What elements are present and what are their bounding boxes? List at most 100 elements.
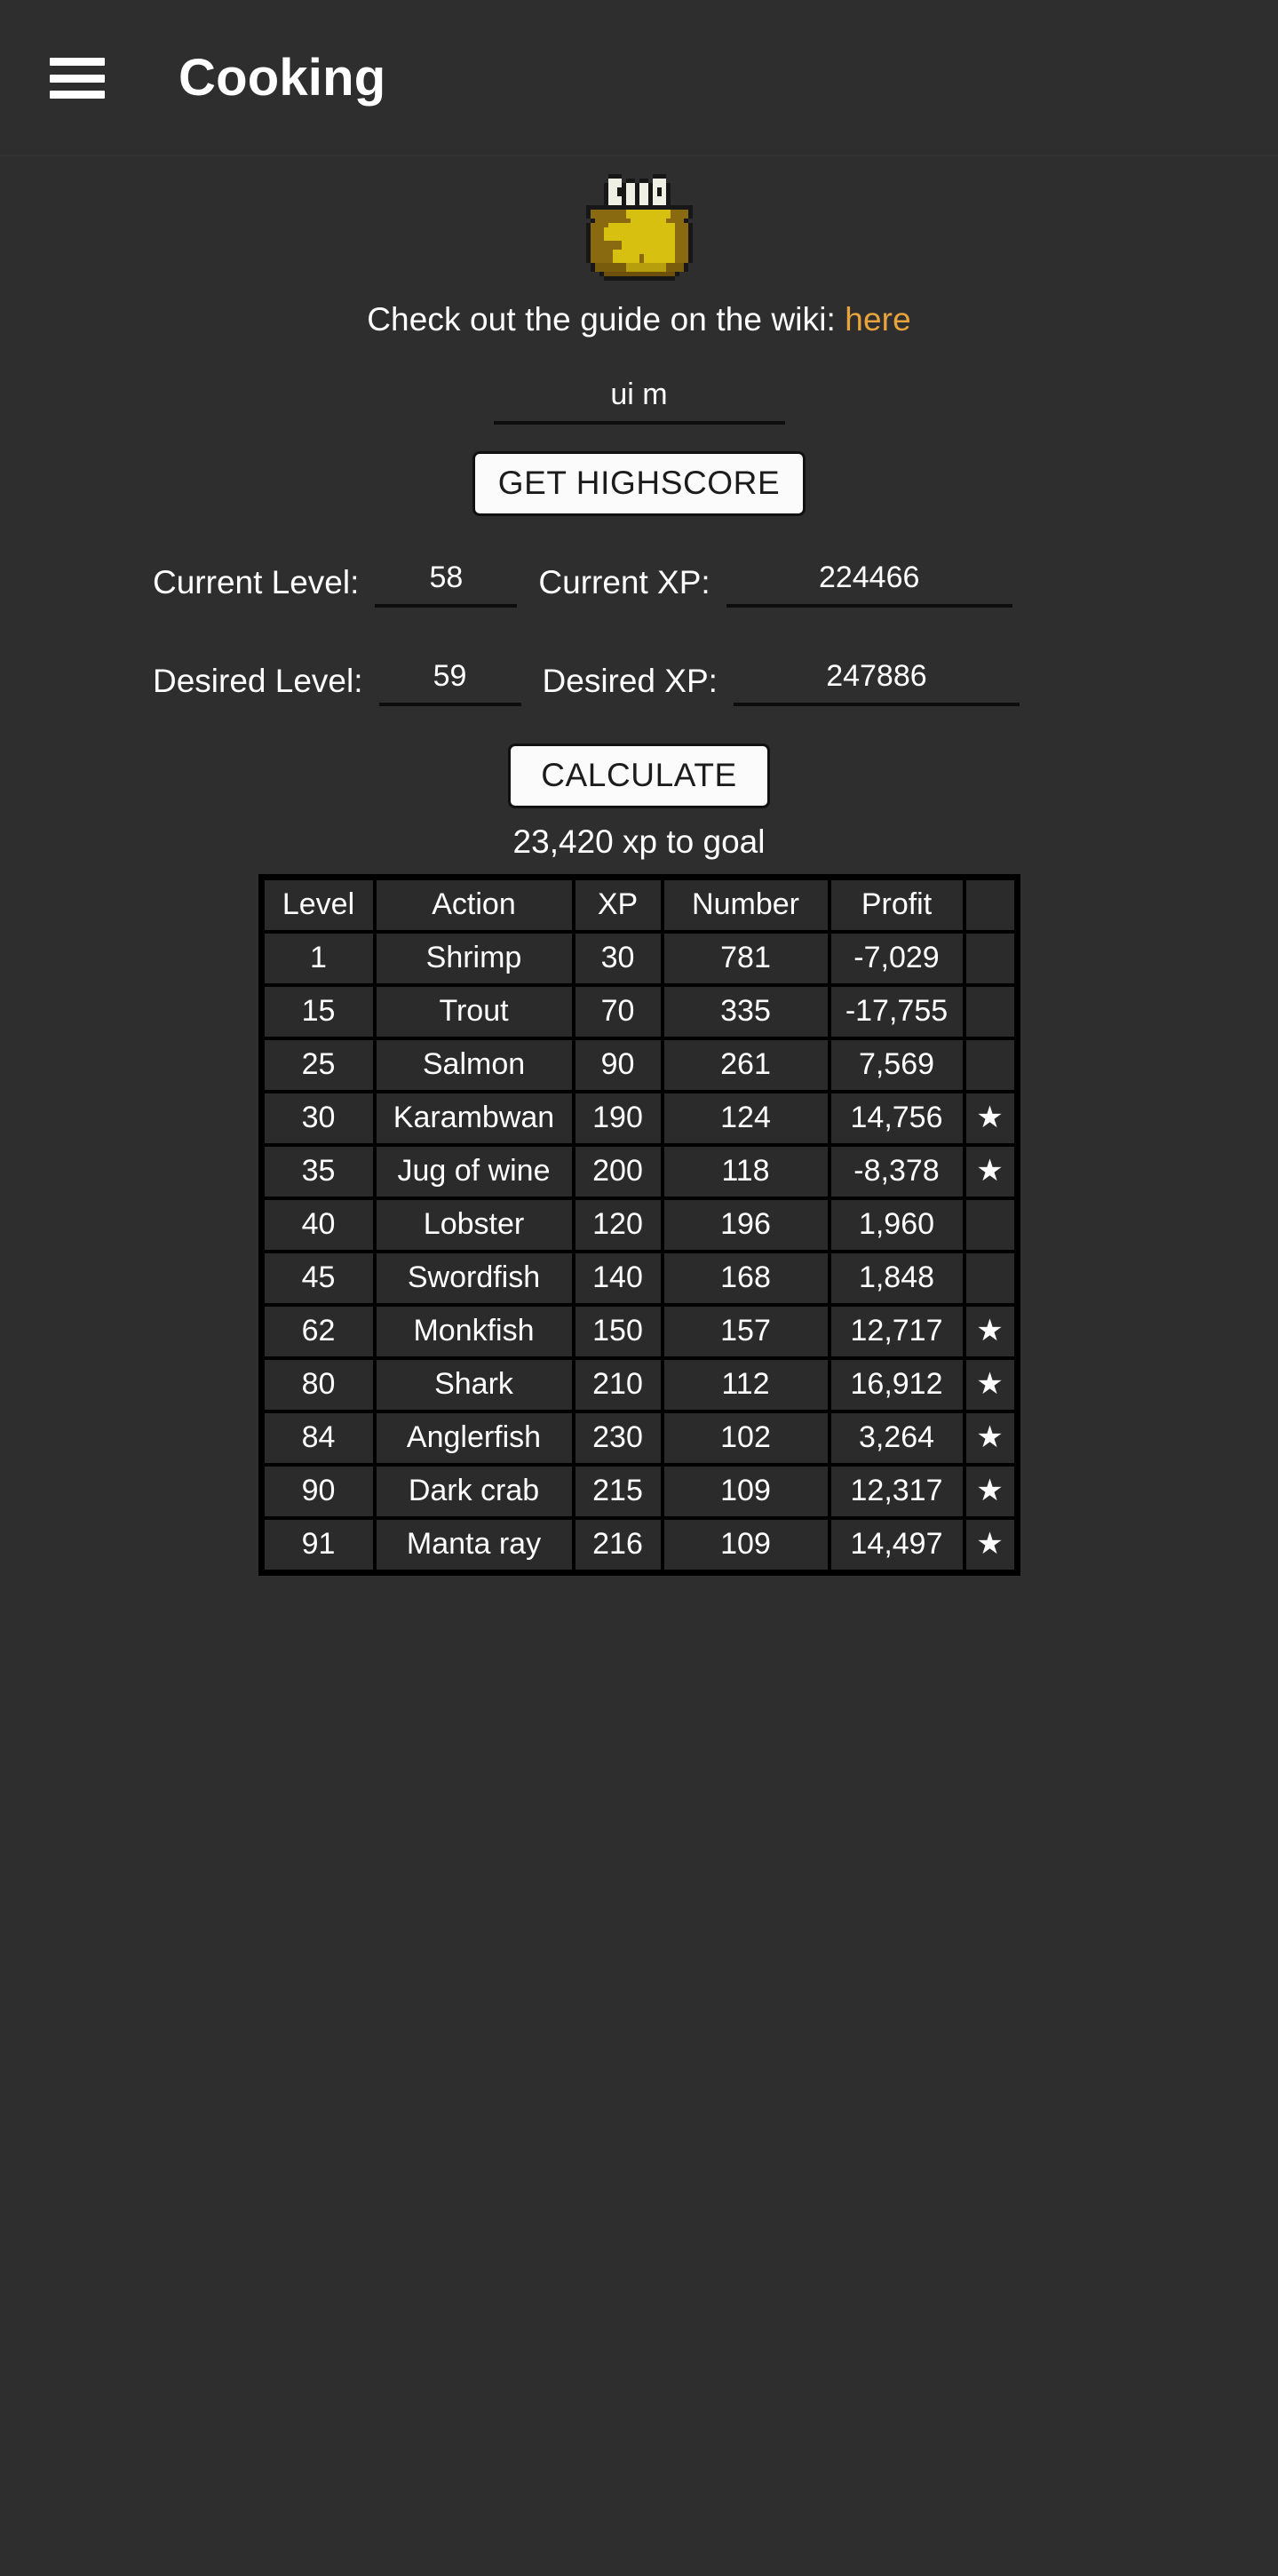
cell-xp: 216	[575, 1520, 661, 1570]
cell-star-empty[interactable]	[965, 1200, 1014, 1251]
current-xp-label: Current XP:	[538, 563, 710, 600]
favourite-star-icon[interactable]: ★	[965, 1520, 1014, 1570]
hamburger-bar-1	[50, 58, 105, 66]
cell-profit: 1,960	[830, 1200, 963, 1251]
column-header-profit: Profit	[830, 880, 963, 931]
cell-star-empty[interactable]	[965, 934, 1014, 984]
cell-profit: 14,497	[830, 1520, 963, 1570]
cell-number: 335	[663, 987, 828, 1038]
cell-number: 109	[663, 1467, 828, 1517]
table-row[interactable]: 30 Karambwan 190 124 14,756 ★	[264, 1093, 1014, 1144]
cell-level: 1	[264, 934, 373, 984]
cell-xp: 210	[575, 1360, 661, 1411]
cell-action: Shark	[376, 1360, 572, 1411]
hamburger-menu-icon[interactable]	[50, 58, 105, 99]
current-level-label: Current Level:	[153, 563, 360, 600]
cell-profit: 12,317	[830, 1467, 963, 1517]
wiki-guide-link[interactable]: here	[845, 301, 910, 338]
current-xp-input[interactable]	[726, 558, 1012, 608]
cell-number: 261	[663, 1040, 828, 1091]
table-row[interactable]: 15 Trout 70 335 -17,755	[264, 987, 1014, 1038]
table-row[interactable]: 1 Shrimp 30 781 -7,029	[264, 934, 1014, 984]
current-level-input[interactable]	[375, 558, 518, 608]
hamburger-bar-3	[50, 91, 105, 99]
column-header-number: Number	[663, 880, 828, 931]
cell-profit: -17,755	[830, 987, 963, 1038]
cell-profit: 16,912	[830, 1360, 963, 1411]
table-row[interactable]: 25 Salmon 90 261 7,569	[264, 1040, 1014, 1091]
favourite-star-icon[interactable]: ★	[965, 1467, 1014, 1517]
cell-number: 112	[663, 1360, 828, 1411]
wiki-guide-text: Check out the guide on the wiki:	[367, 301, 845, 338]
favourite-star-icon[interactable]: ★	[965, 1307, 1014, 1357]
favourite-star-icon[interactable]: ★	[965, 1360, 1014, 1411]
cell-number: 102	[663, 1413, 828, 1464]
cell-xp: 230	[575, 1413, 661, 1464]
cell-level: 25	[264, 1040, 373, 1091]
column-header-action: Action	[376, 880, 572, 931]
calculate-button[interactable]: CALCULATE	[508, 743, 770, 808]
cell-profit: 12,717	[830, 1307, 963, 1357]
table-row[interactable]: 91 Manta ray 216 109 14,497 ★	[264, 1520, 1014, 1570]
results-table: Level Action XP Number Profit 1 Shrimp 30 7…	[258, 874, 1020, 1577]
username-input[interactable]	[493, 375, 785, 425]
cell-number: 124	[663, 1093, 828, 1144]
cell-action: Jug of wine	[376, 1147, 572, 1197]
column-header-level: Level	[264, 880, 373, 931]
cell-level: 30	[264, 1093, 373, 1144]
cooking-pot-icon	[568, 174, 710, 290]
cell-profit: -7,029	[830, 934, 963, 984]
cell-level: 84	[264, 1413, 373, 1464]
cell-number: 109	[663, 1520, 828, 1570]
cell-profit: 14,756	[830, 1093, 963, 1144]
cell-star-empty[interactable]	[965, 1040, 1014, 1091]
cell-action: Swordfish	[376, 1253, 572, 1304]
get-highscore-button[interactable]: GET HIGHSCORE	[472, 450, 806, 516]
table-row[interactable]: 80 Shark 210 112 16,912 ★	[264, 1360, 1014, 1411]
results-table-wrapper: Level Action XP Number Profit 1 Shrimp 30 7…	[258, 874, 1020, 1577]
cell-level: 45	[264, 1253, 373, 1304]
table-row[interactable]: 35 Jug of wine 200 118 -8,378 ★	[264, 1147, 1014, 1197]
cell-xp: 200	[575, 1147, 661, 1197]
desired-xp-label: Desired XP:	[542, 662, 718, 699]
desired-level-label: Desired Level:	[153, 662, 363, 699]
cell-action: Dark crab	[376, 1467, 572, 1517]
cell-star-empty[interactable]	[965, 1253, 1014, 1304]
cell-level: 62	[264, 1307, 373, 1357]
cell-level: 90	[264, 1467, 373, 1517]
xp-to-goal-text: 23,420 xp to goal	[512, 823, 766, 860]
cell-profit: 1,848	[830, 1253, 963, 1304]
main-content: Check out the guide on the wiki: here //…	[0, 156, 1278, 1577]
desired-level-input[interactable]	[378, 656, 521, 706]
table-row[interactable]: 45 Swordfish 140 168 1,848	[264, 1253, 1014, 1304]
cell-number: 196	[663, 1200, 828, 1251]
cell-xp: 190	[575, 1093, 661, 1144]
cell-star-empty[interactable]	[965, 987, 1014, 1038]
table-header-row: Level Action XP Number Profit	[264, 880, 1014, 931]
cell-level: 40	[264, 1200, 373, 1251]
cell-number: 168	[663, 1253, 828, 1304]
page-title: Cooking	[179, 49, 386, 107]
cell-xp: 120	[575, 1200, 661, 1251]
cell-number: 781	[663, 934, 828, 984]
app-bar: Cooking	[0, 0, 1278, 156]
app-bar-divider	[0, 155, 1278, 156]
cell-action: Salmon	[376, 1040, 572, 1091]
cell-xp: 70	[575, 987, 661, 1038]
cell-xp: 150	[575, 1307, 661, 1357]
cell-action: Lobster	[376, 1200, 572, 1251]
column-header-xp: XP	[575, 880, 661, 931]
table-row[interactable]: 40 Lobster 120 196 1,960	[264, 1200, 1014, 1251]
cell-action: Anglerfish	[376, 1413, 572, 1464]
cell-action: Karambwan	[376, 1093, 572, 1144]
table-row[interactable]: 62 Monkfish 150 157 12,717 ★	[264, 1307, 1014, 1357]
current-stats-row: Current Level: Current XP:	[0, 558, 1278, 608]
cell-level: 80	[264, 1360, 373, 1411]
favourite-star-icon[interactable]: ★	[965, 1413, 1014, 1464]
favourite-star-icon[interactable]: ★	[965, 1093, 1014, 1144]
cell-profit: 3,264	[830, 1413, 963, 1464]
desired-xp-input[interactable]	[733, 656, 1020, 706]
favourite-star-icon[interactable]: ★	[965, 1147, 1014, 1197]
table-row[interactable]: 90 Dark crab 215 109 12,317 ★	[264, 1467, 1014, 1517]
table-row[interactable]: 84 Anglerfish 230 102 3,264 ★	[264, 1413, 1014, 1464]
